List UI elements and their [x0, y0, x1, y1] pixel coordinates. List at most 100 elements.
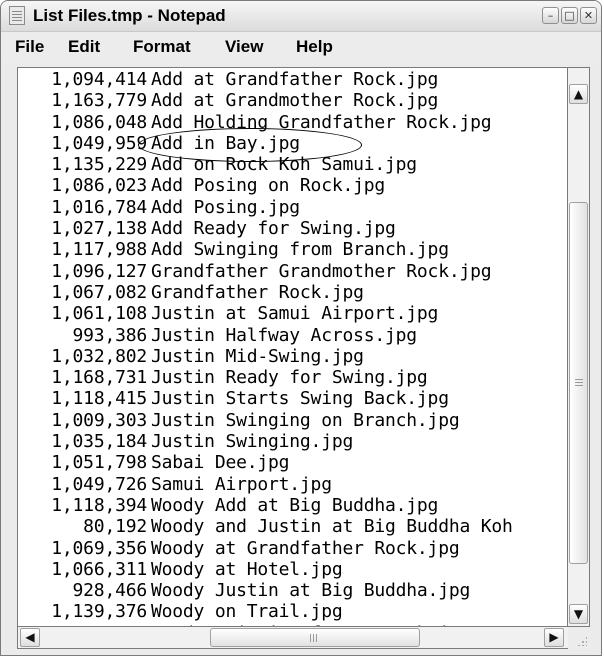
- file-name: Justin Starts Swing Back.jpg: [151, 388, 449, 410]
- file-size: 1,096,127: [51, 260, 147, 282]
- text-line: 1,118,394 Woody Add at Big Buddha.jpg: [21, 494, 567, 516]
- file-name: Woody Add at Big Buddha.jpg: [151, 494, 439, 516]
- file-size: 1,016,784: [51, 196, 147, 218]
- file-name: Add at Grandfather Rock.jpg: [151, 69, 439, 90]
- file-name: Justin Swinging on Branch.jpg: [151, 409, 460, 431]
- file-size: 1,049,959: [51, 132, 147, 154]
- file-size: 1,066,311: [51, 558, 147, 580]
- maximize-button[interactable]: □: [561, 7, 578, 24]
- text-line: 1,009,303 Justin Swinging on Branch.jpg: [21, 409, 567, 431]
- vertical-scroll-thumb[interactable]: [569, 202, 588, 564]
- menu-help[interactable]: Help: [296, 37, 333, 57]
- file-size: 80,192: [83, 516, 147, 538]
- window-title: List Files.tmp - Notepad: [33, 6, 226, 25]
- file-name: Woody and Justin at Big Buddha Koh: [151, 516, 513, 538]
- file-name: Add on Rock Koh Samui.jpg: [151, 154, 417, 176]
- file-name: Justin at Samui Airport.jpg: [151, 303, 439, 325]
- file-size: 1,118,415: [51, 388, 147, 410]
- file-name: Add at Grandmother Rock.jpg: [151, 90, 439, 112]
- file-name: Add Holding Grandfather Rock.jpg: [151, 111, 492, 133]
- menu-view[interactable]: View: [225, 37, 263, 57]
- text-line: 1,035,184 Justin Swinging.jpg: [21, 431, 567, 453]
- vertical-scrollbar[interactable]: ▲ ▼: [568, 67, 590, 627]
- file-name: Justin Ready for Swing.jpg: [151, 367, 428, 389]
- file-name: Woody Justin at Big Buddha.jpg: [151, 580, 471, 602]
- file-name: Add Ready for Swing.jpg: [151, 218, 396, 240]
- file-size: 1,051,798: [51, 452, 147, 474]
- text-line: 1,051,798 Sabai Dee.jpg: [21, 452, 567, 474]
- text-line: 1,049,959 Add in Bay.jpg: [21, 132, 567, 154]
- text-line: 1,066,311 Woody at Hotel.jpg: [21, 558, 567, 580]
- text-line: 1,067,082 Grandfather Rock.jpg: [21, 281, 567, 303]
- minimize-button[interactable]: –: [542, 7, 559, 24]
- text-line: 1,049,726 Samui Airport.jpg: [21, 473, 567, 495]
- text-line: 1,117,988 Add Swinging from Branch.jpg: [21, 239, 567, 261]
- text-line: 1,032,802 Justin Mid-Swing.jpg: [21, 345, 567, 367]
- file-size: 1,139,376: [51, 601, 147, 623]
- grip-icon: [310, 634, 311, 642]
- text-line: 1,069,356 Woody at Grandfather Rock.jpg: [21, 537, 567, 559]
- file-size: 1,067,082: [51, 281, 147, 303]
- file-name: Samui Airport.jpg: [151, 473, 332, 495]
- file-name: Add Swinging from Branch.jpg: [151, 239, 449, 261]
- file-size: 1,049,726: [51, 473, 147, 495]
- scroll-left-arrow-icon[interactable]: ◀: [20, 628, 40, 647]
- menu-file[interactable]: File: [15, 37, 44, 57]
- file-name: Woody on Trail.jpg: [151, 601, 343, 623]
- file-size: 1,168,731: [51, 367, 147, 389]
- menu-edit[interactable]: Edit: [68, 37, 100, 57]
- resize-grip-icon[interactable]: [568, 627, 590, 649]
- file-name: Woody at Hotel.jpg: [151, 558, 343, 580]
- file-name: Justin Swinging.jpg: [151, 431, 354, 453]
- text-line: 1,163,779 Add at Grandmother Rock.jpg: [21, 90, 567, 112]
- text-line: 1,096,127 Grandfather Grandmother Rock.jp…: [21, 260, 567, 282]
- close-button[interactable]: ✕: [580, 7, 597, 24]
- file-size: 1,032,802: [51, 345, 147, 367]
- file-size: 993,386: [72, 324, 148, 346]
- file-size: 1,086,023: [51, 175, 147, 197]
- text-line: 993,386 Justin Halfway Across.jpg: [21, 324, 567, 346]
- file-size: 1,118,394: [51, 494, 147, 516]
- title-bar[interactable]: List Files.tmp - Notepad – □ ✕: [1, 1, 601, 32]
- scroll-up-arrow-icon[interactable]: ▲: [569, 84, 588, 104]
- text-line: 1,135,229 Add on Rock Koh Samui.jpg: [21, 154, 567, 176]
- file-name: Grandfather Grandmother Rock.jpg: [151, 260, 492, 282]
- file-size: 1,061,108: [51, 303, 147, 325]
- text-line: 1,086,048 Add Holding Grandfather Rock.jp…: [21, 111, 567, 133]
- file-size: 1,094,414: [51, 69, 147, 90]
- text-line: 1,094,414 Add at Grandfather Rock.jpg: [21, 69, 567, 90]
- file-size: 1,009,303: [51, 409, 147, 431]
- notepad-window: List Files.tmp - Notepad – □ ✕ File Edit…: [0, 0, 602, 656]
- scroll-down-arrow-icon[interactable]: ▼: [569, 604, 588, 624]
- horizontal-scroll-thumb[interactable]: [210, 628, 420, 647]
- text-line: 1,139,376 Woody on Trail.jpg: [21, 601, 567, 623]
- grip-icon: [575, 379, 583, 380]
- text-line: 1,086,023 Add Posing on Rock.jpg: [21, 175, 567, 197]
- text-line: 928,466 Woody Justin at Big Buddha.jpg: [21, 580, 567, 602]
- text-line: 80,192 Woody and Justin at Big Buddha Koh: [21, 516, 567, 538]
- file-name: Woody at Grandfather Rock.jpg: [151, 537, 460, 559]
- file-size: 1,035,184: [51, 431, 147, 453]
- file-size: 1,163,779: [51, 90, 147, 112]
- file-size: 1,135,229: [51, 154, 147, 176]
- file-name: Sabai Dee.jpg: [151, 452, 290, 474]
- menu-format[interactable]: Format: [133, 37, 191, 57]
- file-name: Grandfather Rock.jpg: [151, 281, 364, 303]
- file-size: 1,086,048: [51, 111, 147, 133]
- notepad-icon[interactable]: [9, 6, 25, 25]
- file-name: Add Posing on Rock.jpg: [151, 175, 386, 197]
- text-line: 1,061,108 Justin at Samui Airport.jpg: [21, 303, 567, 325]
- file-name: Justin Halfway Across.jpg: [151, 324, 417, 346]
- scroll-right-arrow-icon[interactable]: ▶: [544, 628, 564, 647]
- file-size: 1,027,138: [51, 218, 147, 240]
- horizontal-scrollbar[interactable]: ◀ ▶: [17, 627, 568, 649]
- menu-bar: File Edit Format View Help: [1, 32, 601, 62]
- file-name: Justin Mid-Swing.jpg: [151, 345, 364, 367]
- text-line: 1,168,731 Justin Ready for Swing.jpg: [21, 367, 567, 389]
- file-name: Add in Bay.jpg: [151, 132, 300, 154]
- file-size: 928,466: [72, 580, 148, 602]
- text-line: 1,016,784 Add Posing.jpg: [21, 196, 567, 218]
- file-size: 1,117,988: [51, 239, 147, 261]
- text-line: 1,118,415 Justin Starts Swing Back.jpg: [21, 388, 567, 410]
- text-area[interactable]: 1,094,414 Add at Grandfather Rock.jpg 1,16…: [17, 67, 568, 627]
